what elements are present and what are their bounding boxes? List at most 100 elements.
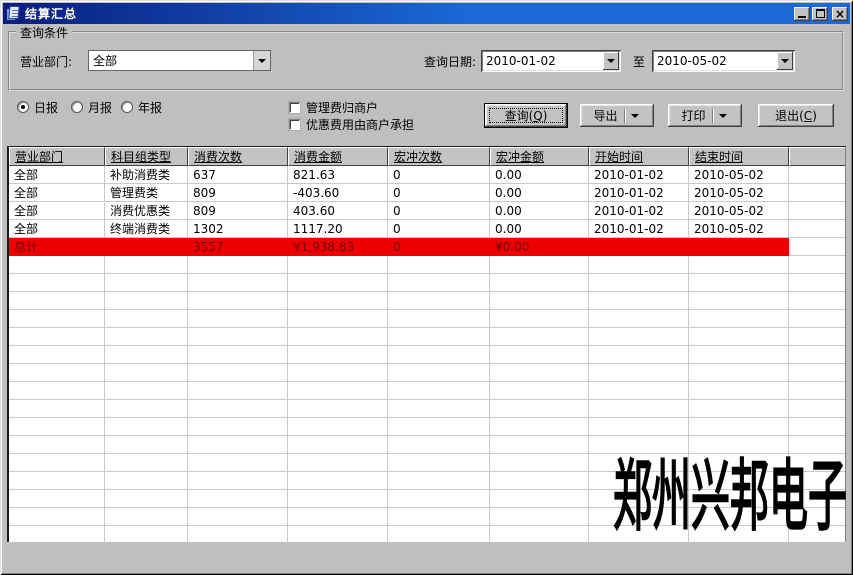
window-title: 结算汇总 xyxy=(25,5,794,22)
radio-yearly[interactable]: 年报 xyxy=(121,100,162,114)
cell: 管理费类 xyxy=(105,184,188,202)
cell xyxy=(9,274,105,292)
column-header-4[interactable]: 宏冲次数 xyxy=(388,147,490,166)
print-button[interactable]: 打印 xyxy=(668,104,742,127)
table-row[interactable] xyxy=(9,418,846,436)
cell xyxy=(388,508,490,526)
date-from-select[interactable]: 2010-01-02 xyxy=(481,50,621,72)
button-divider xyxy=(712,109,714,123)
table-row[interactable] xyxy=(9,274,846,292)
cell xyxy=(105,526,188,542)
exit-button-label-end: ) xyxy=(812,109,817,123)
cell xyxy=(589,526,689,542)
date-to-dropdown-button[interactable] xyxy=(777,52,793,70)
column-header-6[interactable]: 开始时间 xyxy=(589,147,689,166)
cell: ¥1,938.83 xyxy=(288,238,388,256)
cell xyxy=(388,400,490,418)
cell: 2010-05-02 xyxy=(689,220,789,238)
maximize-button[interactable] xyxy=(812,7,828,21)
total-row[interactable]: 总计3557¥1,938.830¥0.00 xyxy=(9,238,846,256)
cell: 全部 xyxy=(9,220,105,238)
date-from-dropdown-button[interactable] xyxy=(603,52,619,70)
cell: 1117.20 xyxy=(288,220,388,238)
column-header-8[interactable] xyxy=(789,147,846,166)
dept-label: 营业部门: xyxy=(20,53,72,70)
cell xyxy=(689,472,789,490)
cell: 0 xyxy=(388,238,490,256)
cell xyxy=(789,436,846,454)
column-header-2[interactable]: 消费次数 xyxy=(188,147,288,166)
close-icon: × xyxy=(835,9,845,19)
cell xyxy=(689,256,789,274)
export-dropdown-button[interactable] xyxy=(629,114,641,118)
cell xyxy=(188,490,288,508)
cell: 全部 xyxy=(9,202,105,220)
table-row[interactable] xyxy=(9,292,846,310)
cell xyxy=(789,256,846,274)
cell xyxy=(388,364,490,382)
table-row[interactable] xyxy=(9,472,846,490)
column-header-3[interactable]: 消费金额 xyxy=(288,147,388,166)
date-to-select[interactable]: 2010-05-02 xyxy=(652,50,795,72)
date-to-value: 2010-05-02 xyxy=(654,54,777,68)
cell xyxy=(789,328,846,346)
cell xyxy=(490,328,589,346)
cell xyxy=(105,490,188,508)
table-row[interactable] xyxy=(9,436,846,454)
close-button[interactable]: × xyxy=(832,7,848,21)
print-dropdown-button[interactable] xyxy=(717,114,729,118)
cell xyxy=(490,436,589,454)
cell xyxy=(9,526,105,542)
table-row[interactable]: 全部消费优惠类809403.6000.002010-01-022010-05-0… xyxy=(9,202,846,220)
cell xyxy=(589,346,689,364)
cell xyxy=(9,490,105,508)
minimize-button[interactable] xyxy=(794,7,810,21)
cell xyxy=(188,364,288,382)
cell xyxy=(689,400,789,418)
column-header-7[interactable]: 结束时间 xyxy=(689,147,789,166)
cell xyxy=(689,508,789,526)
export-button[interactable]: 导出 xyxy=(580,104,654,127)
table-row[interactable]: 全部终端消费类13021117.2000.002010-01-022010-05… xyxy=(9,220,846,238)
column-header-0[interactable]: 营业部门 xyxy=(9,147,105,166)
radio-monthly[interactable]: 月报 xyxy=(71,100,112,114)
dept-dropdown-button[interactable] xyxy=(253,51,270,70)
column-header-5[interactable]: 宏冲金额 xyxy=(490,147,589,166)
cell xyxy=(288,346,388,364)
checkbox-discount-by-merchant[interactable]: 优惠费用由商户承担 xyxy=(288,117,414,131)
table-row[interactable] xyxy=(9,256,846,274)
table-row[interactable] xyxy=(9,400,846,418)
button-divider xyxy=(624,109,626,123)
table-row[interactable]: 全部补助消费类637821.6300.002010-01-022010-05-0… xyxy=(9,166,846,184)
table-row[interactable] xyxy=(9,526,846,542)
radio-daily[interactable]: 日报 xyxy=(17,100,58,114)
dept-select[interactable]: 全部 xyxy=(88,50,271,71)
cell xyxy=(288,292,388,310)
table-row[interactable] xyxy=(9,328,846,346)
checkbox-mgmt-fee-to-merchant[interactable]: 管理费归商户 xyxy=(288,100,378,114)
radio-icon xyxy=(17,101,29,113)
table-row[interactable] xyxy=(9,508,846,526)
table-row[interactable] xyxy=(9,346,846,364)
table-row[interactable] xyxy=(9,382,846,400)
grid-body: 全部补助消费类637821.6300.002010-01-022010-05-0… xyxy=(9,166,846,542)
cell xyxy=(689,274,789,292)
column-header-1[interactable]: 科目组类型 xyxy=(105,147,188,166)
cell: 2010-01-02 xyxy=(589,220,689,238)
cell xyxy=(589,508,689,526)
table-row[interactable] xyxy=(9,364,846,382)
cell xyxy=(789,310,846,328)
cell xyxy=(105,400,188,418)
table-row[interactable] xyxy=(9,490,846,508)
cell: 2010-05-02 xyxy=(689,202,789,220)
table-row[interactable] xyxy=(9,310,846,328)
table-row[interactable] xyxy=(9,454,846,472)
query-button[interactable]: 查询(Q) xyxy=(485,104,567,127)
cell: 2010-01-02 xyxy=(589,166,689,184)
cell xyxy=(589,454,689,472)
cell xyxy=(288,490,388,508)
cell xyxy=(9,364,105,382)
table-row[interactable]: 全部管理费类809-403.6000.002010-01-022010-05-0… xyxy=(9,184,846,202)
exit-button[interactable]: 退出(C) xyxy=(758,104,834,127)
cell xyxy=(789,238,846,256)
